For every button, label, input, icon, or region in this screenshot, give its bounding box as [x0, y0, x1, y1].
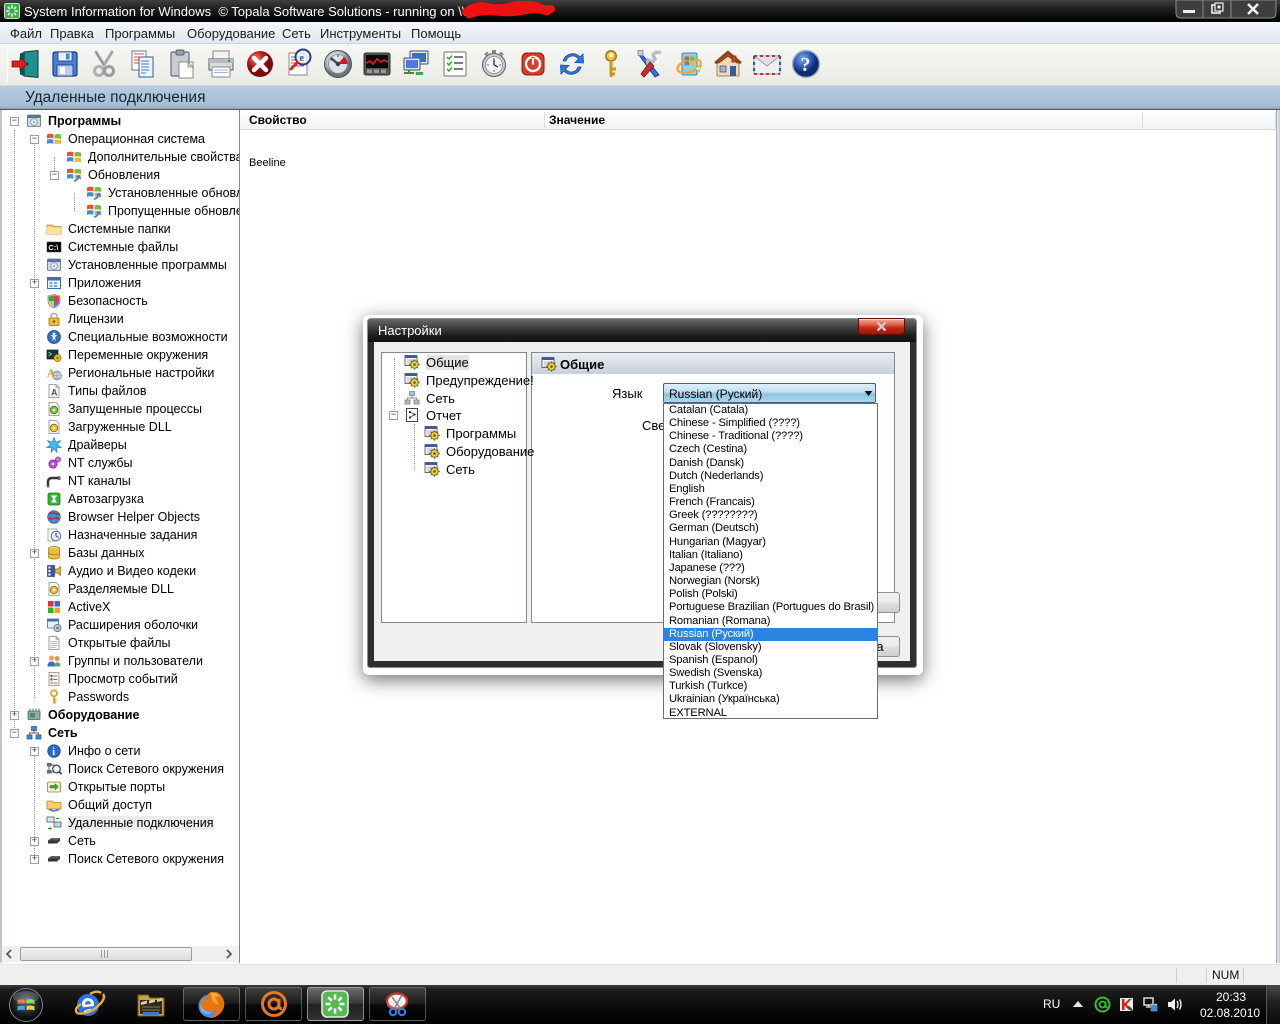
svg-text:e: e [300, 53, 305, 64]
svg-text:?: ? [801, 54, 811, 76]
